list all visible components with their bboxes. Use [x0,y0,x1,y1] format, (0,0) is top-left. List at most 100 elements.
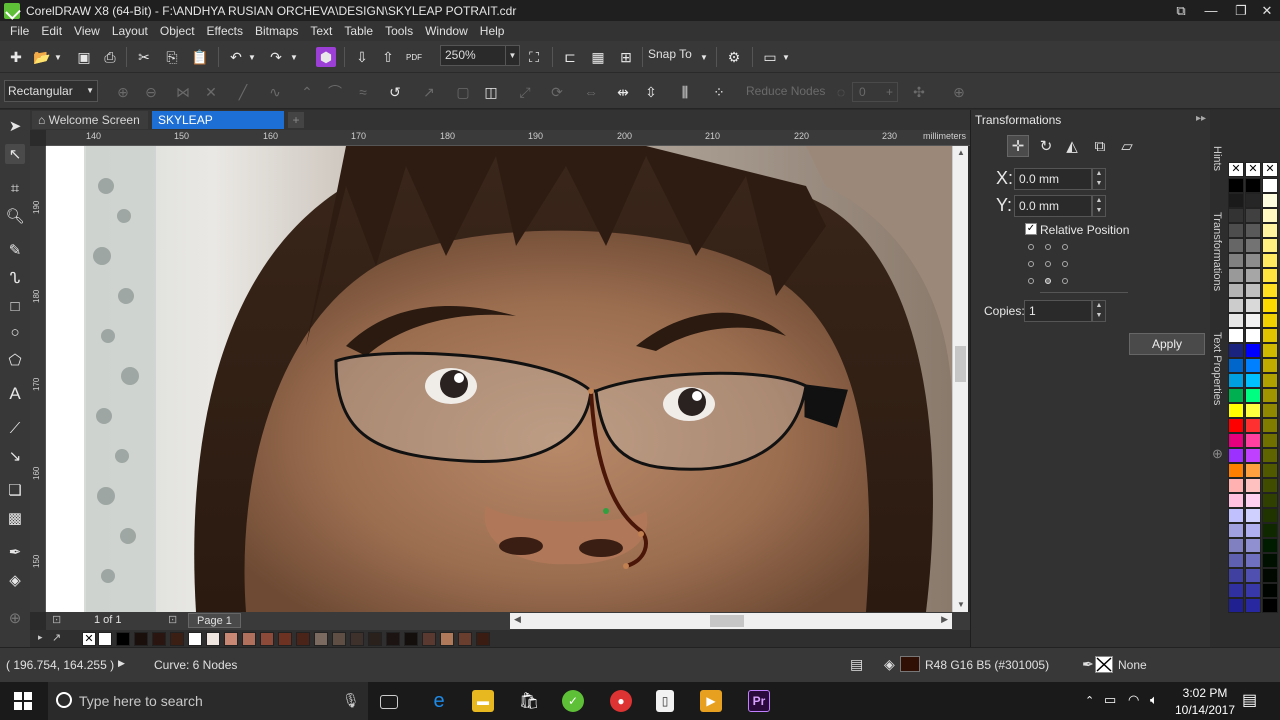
rectangle-tool-icon[interactable]: □ [5,296,25,316]
palette-color-swatch[interactable] [1228,283,1244,298]
page-tab[interactable]: Page 1 [188,613,241,628]
show-grid-icon[interactable]: ▦ [588,47,608,67]
x-spinner[interactable]: ▲ ▼ [1092,168,1106,190]
chrome-icon[interactable]: ● [610,690,632,712]
horizontal-ruler[interactable]: 140 150 160 170 180 190 200 210 220 230 … [46,130,970,146]
palette-color-swatch[interactable] [1262,478,1278,493]
palette-color-swatch[interactable] [1245,388,1261,403]
palette-color-swatch[interactable] [1262,403,1278,418]
document-color-swatch[interactable] [152,632,166,646]
x-position-input[interactable]: 0.0 mm [1014,168,1092,190]
outline-pen-icon[interactable]: ✒ [1082,656,1094,673]
page-add-icon[interactable]: ⊡ [168,613,177,626]
scroll-up-icon[interactable]: ▲ [953,146,969,160]
to-line-icon[interactable]: ╱ [232,81,254,103]
freehand-tool-icon[interactable]: ✎ [5,240,25,260]
status-arrow-icon[interactable]: ▶ [118,658,125,669]
fill-bucket-icon[interactable]: ◈ [884,656,895,673]
palette-color-swatch[interactable] [1262,523,1278,538]
menu-tools[interactable]: Tools [379,21,419,41]
palette-color-swatch[interactable] [1228,298,1244,313]
pick-tool-icon[interactable]: ➤ [5,116,25,136]
menu-file[interactable]: File [4,21,35,41]
menu-text[interactable]: Text [304,21,338,41]
print-icon[interactable]: ⎙ [100,47,120,67]
menu-table[interactable]: Table [338,21,379,41]
zoom-tool-icon[interactable]: 🔍︎ [5,206,25,226]
palette-color-swatch[interactable] [1262,328,1278,343]
anchor-bottom-right[interactable] [1062,278,1068,284]
delete-node-icon[interactable]: ⊖ [140,81,162,103]
artistic-media-icon[interactable]: ᔐ [5,268,25,288]
taskbar-clock-date[interactable]: 10/14/2017 [1173,703,1237,717]
palette-color-swatch[interactable] [1228,268,1244,283]
palette-color-swatch[interactable] [1262,253,1278,268]
close-button[interactable]: ✕ [1252,0,1280,21]
palette-color-swatch[interactable] [1262,313,1278,328]
cut-icon[interactable]: ✂ [134,47,154,67]
palette-color-swatch[interactable] [1245,523,1261,538]
document-color-swatch[interactable] [224,632,238,646]
palette-color-swatch[interactable] [1245,493,1261,508]
apply-button[interactable]: Apply [1129,333,1205,355]
minimize-button[interactable]: — [1196,0,1226,21]
polygon-tool-icon[interactable]: ⬠ [5,350,25,370]
export-icon[interactable]: ⇧ [378,47,398,67]
open-icon[interactable]: 📂 [32,47,52,67]
palette-color-swatch[interactable] [1262,298,1278,313]
new-tab-button[interactable]: + [288,112,304,128]
palette-color-swatch[interactable] [1245,418,1261,433]
add-tool-icon[interactable]: ⊕ [5,608,25,628]
file-explorer-icon[interactable]: ▬ [472,690,494,712]
pdf-icon[interactable]: PDF [404,47,424,67]
palette-color-swatch[interactable] [1262,208,1278,223]
coreldraw-taskbar-icon[interactable]: ✓ [562,690,584,712]
microphone-icon[interactable]: 🎙︎ [342,692,360,709]
palette-color-swatch[interactable] [1228,238,1244,253]
palette-color-swatch[interactable] [1245,478,1261,493]
document-color-swatch[interactable] [440,632,454,646]
document-color-swatch[interactable] [206,632,220,646]
palette-color-swatch[interactable] [1262,568,1278,583]
palette-color-swatch[interactable] [1245,313,1261,328]
palette-color-swatch[interactable] [1262,418,1278,433]
curve-smoothness-icon[interactable]: ◌ [830,81,852,103]
tab-text-properties[interactable]: Text Properties [1211,332,1223,405]
anchor-top-right[interactable] [1062,244,1068,250]
palette-color-swatch[interactable] [1228,223,1244,238]
copies-input[interactable]: 1 [1024,300,1092,322]
launcher-dropdown-icon[interactable]: ▼ [780,47,792,67]
palette-color-swatch[interactable] [1228,313,1244,328]
select-all-nodes-icon[interactable]: ⁘ [708,81,730,103]
palette-color-swatch[interactable] [1262,583,1278,598]
close-curve-icon[interactable]: ◫ [480,81,502,103]
anchor-middle-left[interactable] [1028,261,1034,267]
anchor-middle-right[interactable] [1062,261,1068,267]
palette-color-swatch[interactable] [1245,433,1261,448]
color-proofing-icon[interactable]: ▤ [850,656,863,673]
no-color-swatch[interactable]: ✕ [82,632,96,646]
show-rulers-icon[interactable]: ⊏ [560,47,580,67]
palette-color-swatch[interactable] [1245,403,1261,418]
palette-color-swatch[interactable] [1228,328,1244,343]
options-gear-icon[interactable]: ⚙ [724,47,744,67]
skew-transform-icon[interactable]: ▱ [1116,135,1138,157]
document-color-swatch[interactable] [458,632,472,646]
y-spinner[interactable]: ▲ ▼ [1092,195,1106,217]
document-color-swatch[interactable] [170,632,184,646]
palette-color-swatch[interactable] [1245,448,1261,463]
to-curve-icon[interactable]: ∿ [264,81,286,103]
break-curve-icon[interactable]: ✕ [200,81,222,103]
palette-color-swatch[interactable] [1228,583,1244,598]
tab-active-document[interactable]: SKYLEAP POTRAIT.cdr [152,111,284,145]
palette-color-swatch[interactable] [1262,178,1278,193]
size-transform-icon[interactable]: ⧉ [1089,135,1111,157]
restore-help-icon[interactable]: ⧉ [1166,0,1196,21]
y-position-input[interactable]: 0.0 mm [1014,195,1092,217]
palette-color-swatch[interactable] [1262,238,1278,253]
document-color-swatch[interactable] [134,632,148,646]
palette-color-swatch[interactable] [1262,223,1278,238]
outline-none-swatch[interactable] [1095,656,1113,673]
snap-to-button[interactable]: Snap To [648,47,692,61]
palette-color-swatch[interactable] [1228,193,1244,208]
